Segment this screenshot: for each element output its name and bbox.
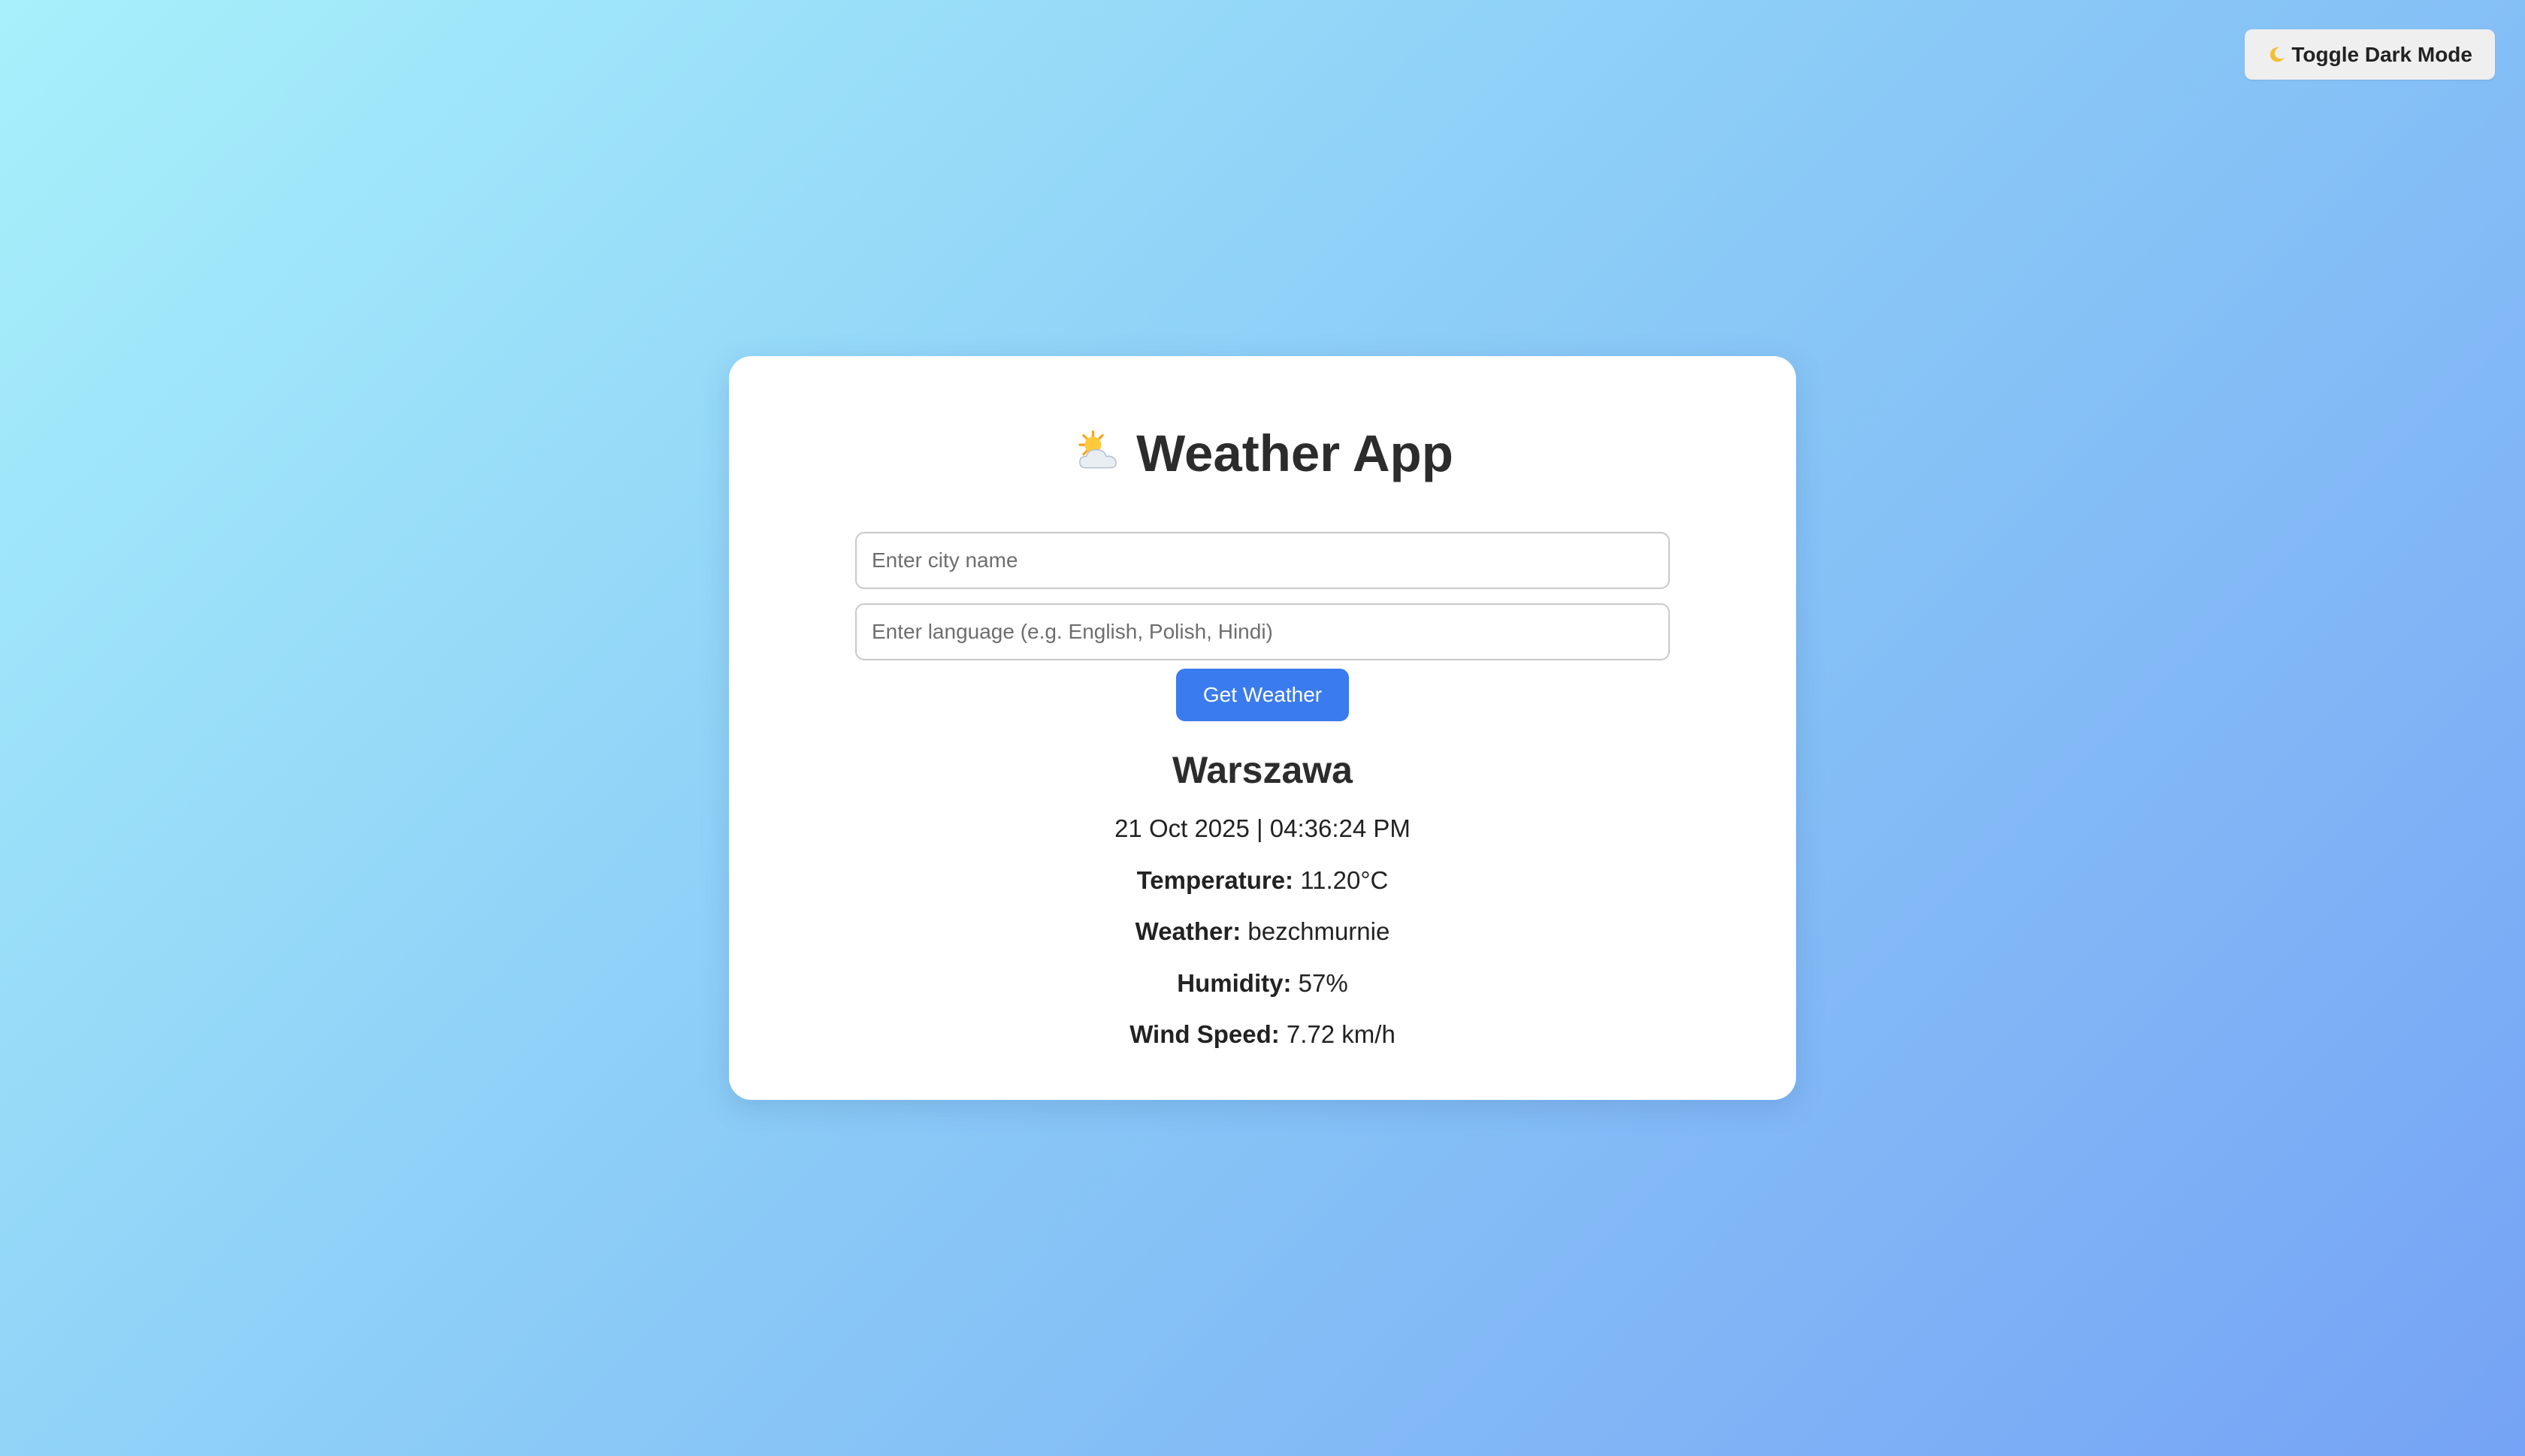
get-weather-button[interactable]: Get Weather [1176,669,1349,721]
humidity-row: Humidity: 57% [729,968,1796,998]
weather-label: Weather: [1135,917,1241,946]
moon-icon [2270,47,2285,62]
date-time: 21 Oct 2025 | 04:36:24 PM [1114,814,1411,842]
weather-card: Weather App Get Weather Warszawa 21 Oct … [729,356,1796,1100]
city-name: Warszawa [1172,749,1353,791]
language-input[interactable] [855,603,1670,660]
weather-row: Weather: bezchmurnie [729,917,1796,947]
toggle-dark-mode-label: Toggle Dark Mode [2291,42,2472,66]
wind-speed-label: Wind Speed: [1129,1020,1280,1049]
city-input[interactable] [855,532,1670,589]
humidity-value: 57% [1298,968,1348,997]
wind-speed-row: Wind Speed: 7.72 km/h [729,1020,1796,1050]
wind-speed-value: 7.72 km/h [1286,1020,1396,1049]
temperature-value: 11.20°C [1300,865,1389,894]
sun-behind-cloud-icon [1078,430,1117,469]
humidity-label: Humidity: [1177,968,1292,997]
temperature-row: Temperature: 11.20°C [729,865,1796,896]
weather-value: bezchmurnie [1247,917,1390,946]
title-row: Weather App [729,419,1796,487]
temperature-label: Temperature: [1136,865,1294,894]
page-title: Weather App [1136,424,1453,482]
page-background: { "toolbar": { "dark_mode_label": "Toggl… [0,0,2525,1456]
toggle-dark-mode-button[interactable]: Toggle Dark Mode [2245,29,2495,80]
